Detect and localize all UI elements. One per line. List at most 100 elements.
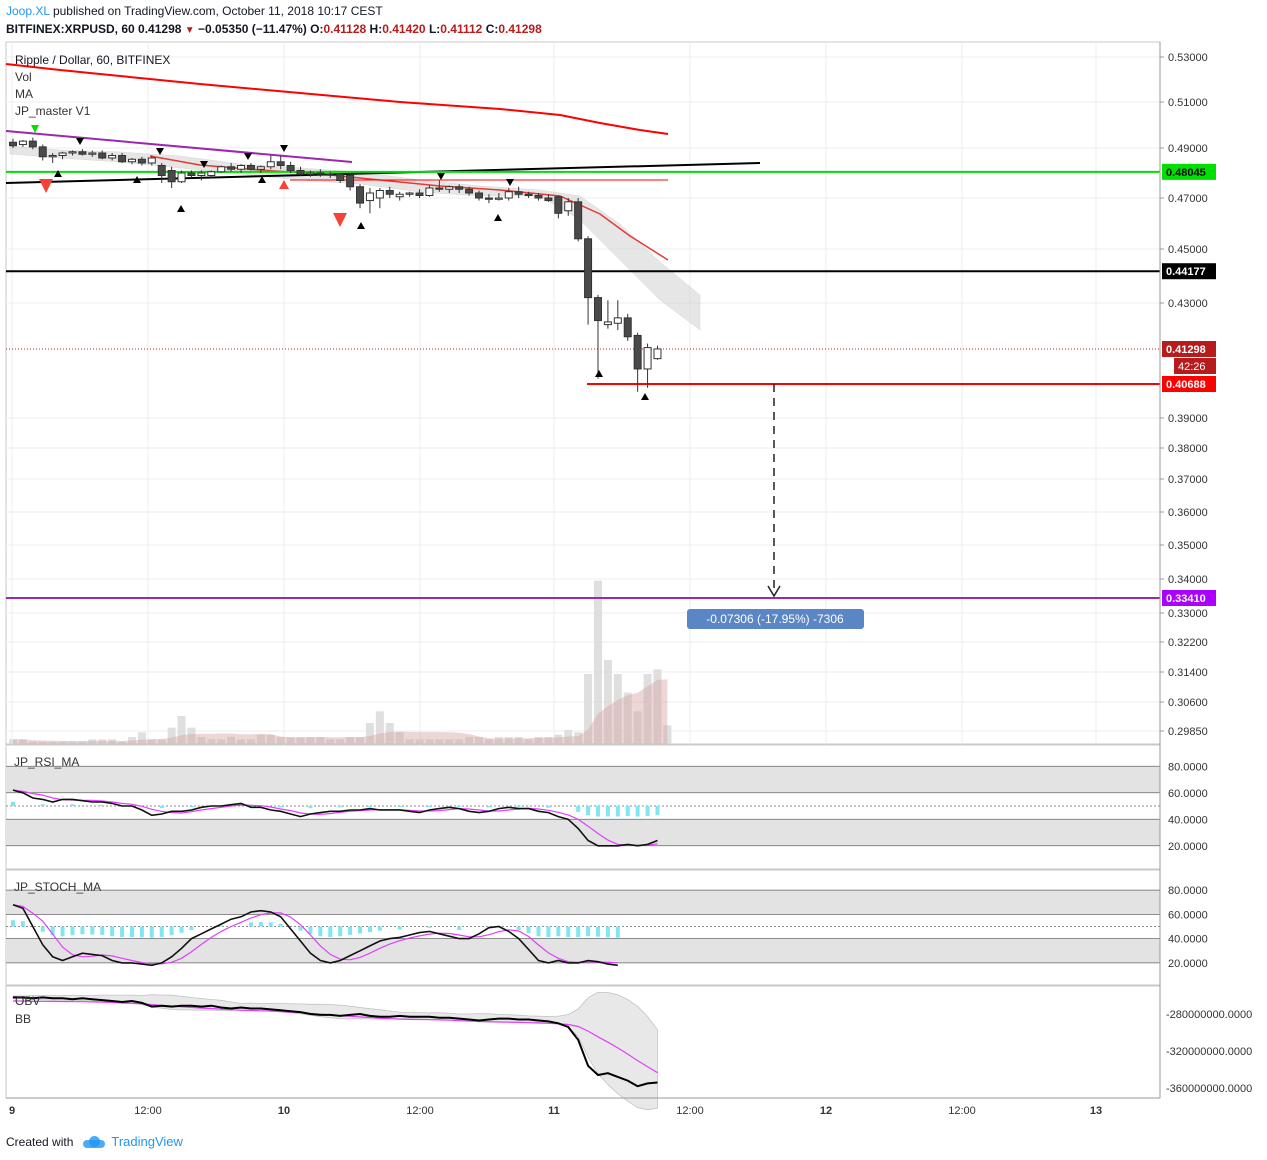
rsi-upper-zone xyxy=(6,766,1160,793)
rsi-hist-bar xyxy=(576,806,581,812)
candle-down xyxy=(514,191,523,195)
candle-up xyxy=(365,192,374,202)
rsi-axis-label-2: 40.0000 xyxy=(1168,814,1208,826)
stoch-hist-bar xyxy=(169,926,174,936)
candle-down xyxy=(187,172,196,176)
stoch-hist-bar xyxy=(367,926,372,933)
stoch-hist-bar xyxy=(110,926,115,937)
rsi-axis-label-3: 20.0000 xyxy=(1168,841,1208,853)
price-tick-label-8: 0.37000 xyxy=(1168,474,1208,486)
price-tick-label-9: 0.36000 xyxy=(1168,507,1208,519)
price-tick-label-10: 0.35000 xyxy=(1168,540,1208,552)
candle-down xyxy=(38,146,47,158)
rsi-hist-bar xyxy=(11,801,15,806)
rsi-axis-label-0: 80.0000 xyxy=(1168,761,1208,773)
stoch-hist-bar xyxy=(318,926,323,937)
candle-down xyxy=(276,161,285,166)
price-tick-label-7: 0.38000 xyxy=(1168,443,1208,455)
price-tick-label-15: 0.30600 xyxy=(1168,697,1208,709)
time-axis-label-3: 12:00 xyxy=(406,1105,434,1117)
candle-down xyxy=(554,196,563,214)
stoch-hist-bar xyxy=(586,926,591,937)
rsi-hist-bar xyxy=(595,806,600,817)
stoch-hist-bar xyxy=(129,926,134,937)
stoch-hist-bar xyxy=(526,926,531,934)
obv-pane xyxy=(5,985,1161,1111)
countdown-text: 42:26 xyxy=(1178,361,1206,373)
obv-axis-label-2: -360000000.0000 xyxy=(1166,1083,1252,1095)
price-tick-label-12: 0.33000 xyxy=(1168,608,1208,620)
price-tick-label-16: 0.29850 xyxy=(1168,726,1208,738)
candle-down xyxy=(78,151,87,155)
candle-down xyxy=(623,317,632,338)
legend-vol: Vol xyxy=(15,70,32,84)
rsi-hist-bar xyxy=(625,806,630,817)
stoch-hist-bar xyxy=(427,926,432,928)
candle-down xyxy=(98,152,107,159)
stoch-hist-bar xyxy=(258,921,263,927)
stoch-hist-bar xyxy=(120,926,125,937)
rsi-hist-bar xyxy=(189,806,194,808)
obv-axis-label-1: -320000000.0000 xyxy=(1166,1046,1252,1058)
candle-up xyxy=(108,155,117,159)
candle-up xyxy=(326,173,335,176)
price-tick-label-14: 0.31400 xyxy=(1168,667,1208,679)
stoch-hist-bar xyxy=(189,926,194,930)
price-tick-label-4: 0.45000 xyxy=(1168,244,1208,256)
rsi-hist-bar xyxy=(605,806,610,817)
candle-up xyxy=(127,158,136,163)
candle-down xyxy=(524,193,533,196)
candle-up xyxy=(395,193,404,198)
price-tick-label-2: 0.49000 xyxy=(1168,143,1208,155)
candle-down xyxy=(246,165,255,170)
stoch-hist-bar xyxy=(576,926,581,937)
candle-up xyxy=(266,161,275,168)
stoch-hist-bar xyxy=(40,926,45,932)
rsi-hist-bar xyxy=(655,806,660,816)
chart-canvas[interactable]: -0.07306 (-17.95%) -7306 Ripple / Dollar… xyxy=(0,0,1267,1130)
candle-down xyxy=(316,172,325,175)
created-with-text: Created with xyxy=(6,1134,74,1149)
rsi-hist-bar xyxy=(457,806,462,807)
rsi-hist-bar xyxy=(278,806,283,808)
stoch-hist-bar xyxy=(100,926,105,935)
time-axis-label-1: 12:00 xyxy=(134,1105,162,1117)
candle-down xyxy=(484,197,493,200)
price-tick-label-5: 0.43000 xyxy=(1168,298,1208,310)
rsi-hist-bar xyxy=(486,806,491,808)
stoch-hist-bar xyxy=(397,926,402,930)
candle-down xyxy=(118,155,127,163)
stoch-hist-bar xyxy=(615,926,620,938)
stoch-hist-bar xyxy=(20,921,25,927)
candle-up xyxy=(643,347,652,370)
stoch-hist-bar xyxy=(358,926,363,934)
price-tick-label-0: 0.53000 xyxy=(1168,52,1208,64)
legend-bb: BB xyxy=(15,1012,31,1026)
candle-up xyxy=(207,171,216,176)
candle-down xyxy=(584,238,593,299)
candle-down xyxy=(346,175,355,188)
tradingview-brand[interactable]: TradingView xyxy=(111,1134,183,1149)
candle-down xyxy=(356,186,365,204)
stoch-hist-bar xyxy=(80,926,85,935)
stoch-hist-bar xyxy=(11,920,15,927)
stoch-hist-bar xyxy=(338,926,343,937)
candle-down xyxy=(137,158,146,164)
candle-down xyxy=(167,170,176,183)
green-level-label-text: 0.48045 xyxy=(1166,167,1206,179)
stoch-axis-label-1: 60.0000 xyxy=(1168,909,1208,921)
price-tick-label-6: 0.39000 xyxy=(1168,413,1208,425)
candle-down xyxy=(227,166,236,170)
stoch-hist-bar xyxy=(566,926,571,937)
candle-down xyxy=(28,140,37,148)
candle-up xyxy=(504,191,513,199)
stoch-hist-bar xyxy=(298,926,303,931)
candle-up xyxy=(237,165,246,170)
stoch-frame xyxy=(5,869,1161,986)
black-level-label-text: 0.44177 xyxy=(1166,266,1206,278)
stoch-hist-bar xyxy=(536,926,541,937)
candle-down xyxy=(415,192,424,196)
stoch-hist-bar xyxy=(149,926,154,938)
obv-axis-label-0: -280000000.0000 xyxy=(1166,1009,1252,1021)
stoch-hist-bar xyxy=(556,926,561,937)
